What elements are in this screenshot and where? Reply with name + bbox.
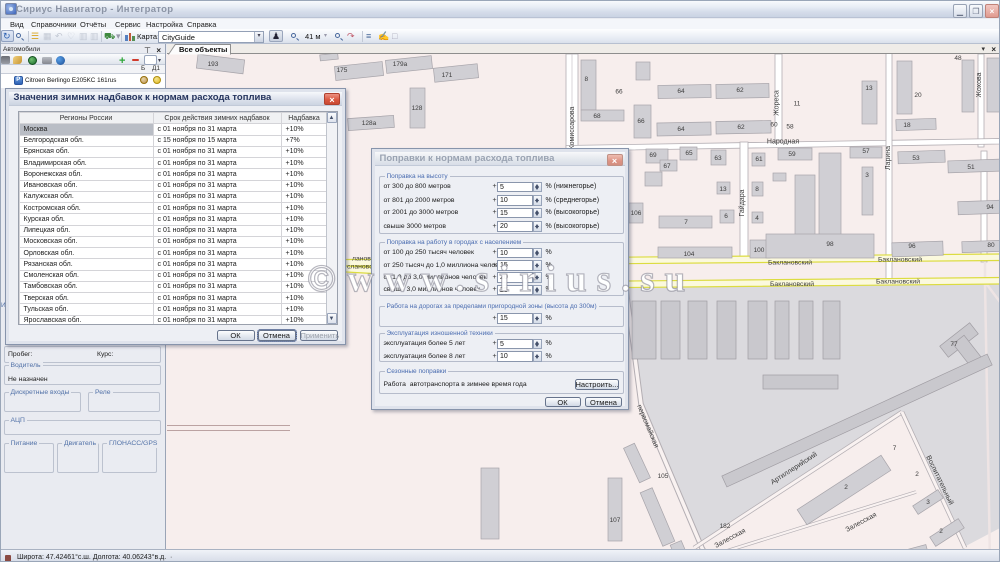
svg-text:69: 69 — [649, 152, 657, 159]
svg-text:8: 8 — [755, 186, 759, 193]
svg-text:2: 2 — [915, 471, 919, 478]
svg-text:104: 104 — [684, 251, 695, 258]
svg-text:Баклановский: Баклановский — [878, 256, 922, 264]
svg-text:179а: 179а — [393, 61, 408, 68]
svg-text:Жохова: Жохова — [976, 72, 983, 97]
svg-text:77: 77 — [950, 341, 958, 348]
svg-text:2: 2 — [939, 528, 943, 535]
svg-text:53: 53 — [912, 155, 920, 162]
svg-text:Баклановский: Баклановский — [876, 278, 920, 286]
svg-text:61: 61 — [755, 156, 763, 163]
svg-text:60: 60 — [770, 122, 778, 129]
svg-text:96: 96 — [908, 243, 916, 250]
svg-text:11: 11 — [794, 101, 801, 108]
svg-text:20: 20 — [914, 92, 922, 99]
svg-text:100: 100 — [754, 247, 765, 254]
svg-text:57: 57 — [862, 148, 870, 155]
svg-text:66: 66 — [637, 118, 645, 125]
svg-text:18: 18 — [903, 122, 911, 129]
svg-text:65: 65 — [685, 150, 693, 157]
svg-text:107: 107 — [610, 517, 621, 524]
svg-text:105: 105 — [658, 473, 669, 480]
svg-text:Ларина: Ларина — [885, 146, 892, 170]
svg-text:128а: 128а — [362, 120, 377, 127]
svg-text:Баклановский: Баклановский — [770, 280, 814, 288]
svg-text:66: 66 — [615, 89, 623, 96]
svg-text:175: 175 — [337, 67, 348, 74]
svg-text:Гайдара: Гайдара — [738, 189, 746, 216]
svg-text:58: 58 — [786, 124, 794, 131]
svg-text:128: 128 — [412, 105, 423, 112]
svg-text:3: 3 — [926, 499, 930, 506]
svg-text:Народная: Народная — [767, 139, 799, 146]
svg-text:59: 59 — [788, 151, 796, 158]
svg-text:48: 48 — [954, 55, 962, 62]
svg-text:182: 182 — [720, 523, 731, 530]
svg-text:64: 64 — [677, 88, 685, 95]
svg-text:80: 80 — [987, 242, 995, 249]
svg-text:51: 51 — [967, 164, 975, 171]
svg-text:106: 106 — [631, 210, 642, 217]
svg-text:171: 171 — [442, 72, 453, 79]
svg-text:63: 63 — [714, 155, 722, 162]
svg-text:68: 68 — [593, 113, 601, 120]
svg-text:62: 62 — [736, 87, 744, 94]
svg-text:2: 2 — [844, 484, 848, 491]
svg-text:Комиссарова: Комиссарова — [569, 106, 576, 149]
svg-text:Жореса: Жореса — [774, 90, 781, 116]
svg-text:4: 4 — [755, 215, 759, 222]
svg-text:193: 193 — [208, 61, 219, 68]
svg-text:7: 7 — [684, 219, 688, 226]
svg-text:6: 6 — [724, 213, 728, 220]
svg-text:64: 64 — [677, 126, 685, 133]
svg-text:98: 98 — [826, 241, 834, 248]
svg-text:8: 8 — [585, 76, 589, 83]
svg-text:62: 62 — [737, 124, 745, 131]
svg-text:13: 13 — [719, 186, 727, 193]
svg-text:7: 7 — [893, 445, 897, 452]
svg-text:94: 94 — [986, 204, 994, 211]
svg-text:67: 67 — [663, 163, 671, 170]
svg-text:Баклановский: Баклановский — [768, 259, 812, 267]
svg-text:13: 13 — [865, 85, 873, 92]
svg-text:3: 3 — [865, 172, 869, 179]
